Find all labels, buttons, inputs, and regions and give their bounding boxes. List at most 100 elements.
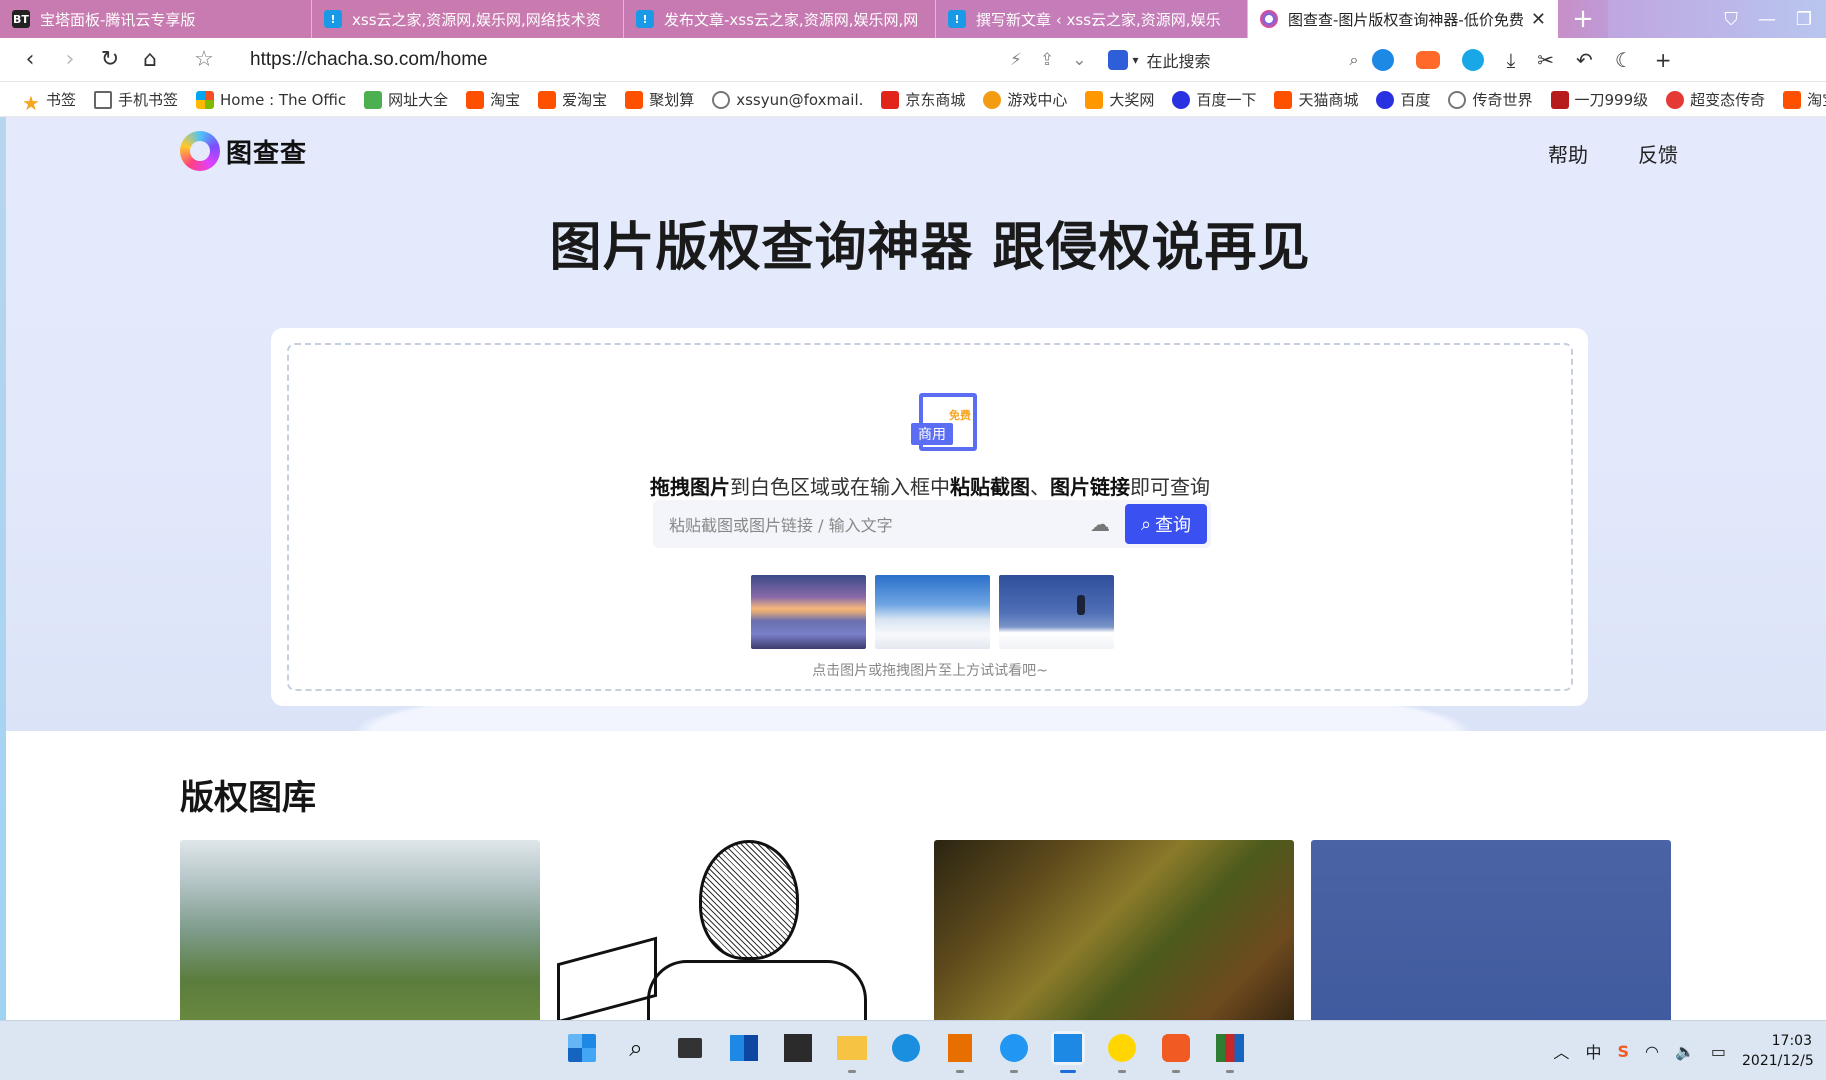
bookmark-item[interactable]: xssyun@foxmail.: [712, 90, 864, 109]
infinity-icon[interactable]: [1462, 48, 1485, 71]
gallery-image[interactable]: [934, 840, 1294, 1020]
winrar-icon[interactable]: [1213, 1031, 1247, 1073]
chevron-down-icon[interactable]: ⌄: [1072, 50, 1086, 70]
sync-icon[interactable]: [1372, 48, 1395, 71]
bookmark-item[interactable]: ★ 书签: [22, 89, 77, 115]
sample-image-sunset[interactable]: [751, 575, 866, 649]
bookmark-item[interactable]: 一刀999级: [1550, 89, 1649, 110]
reload-icon[interactable]: ↻: [90, 40, 130, 80]
bookmark-item[interactable]: 淘宝: [1783, 89, 1826, 110]
bookmark-label: 一刀999级: [1574, 91, 1649, 109]
search-engine-chevron-icon[interactable]: ▾: [1132, 53, 1138, 67]
widgets-icon[interactable]: [727, 1031, 761, 1065]
tab-xss-publish[interactable]: ! 发布文章-xss云之家,资源网,娱乐网,网: [624, 0, 936, 38]
gamepad-icon[interactable]: [1416, 50, 1441, 69]
close-tab-icon[interactable]: ✕: [1531, 9, 1546, 30]
bookmark-label: xssyun@foxmail.: [736, 90, 864, 109]
tab-xss-new-post[interactable]: ! 撰写新文章 ‹ xss云之家,资源网,娱乐: [936, 0, 1248, 38]
nav-help-link[interactable]: 帮助: [1548, 139, 1588, 168]
lightning-icon[interactable]: ⚡: [1010, 50, 1022, 70]
instr-link: 图片链接: [1050, 475, 1130, 499]
cloud-upload-icon[interactable]: ☁: [1085, 512, 1115, 536]
volume-icon[interactable]: 🔈: [1675, 1042, 1695, 1061]
drop-zone[interactable]: 免费 商用 拖拽图片到白色区域或在输入框中粘贴截图、图片链接即可查询 粘贴截图或…: [287, 343, 1573, 691]
bookmark-item[interactable]: 天猫商城: [1274, 89, 1358, 110]
clock[interactable]: 17:03 2021/12/5: [1742, 1031, 1814, 1071]
chevron-up-icon[interactable]: ︿: [1553, 1039, 1569, 1063]
tab-xss-home[interactable]: ! xss云之家,资源网,娱乐网,网络技术资: [312, 0, 624, 38]
nav-feedback-link[interactable]: 反馈: [1638, 139, 1678, 168]
instr-paste: 粘贴截图: [950, 475, 1030, 499]
edge-glyph: [892, 1034, 920, 1062]
chat-icon[interactable]: [997, 1031, 1031, 1073]
bookmark-item[interactable]: 聚划算: [625, 89, 694, 110]
minimize-icon[interactable]: —: [1758, 9, 1776, 30]
bookmark-item[interactable]: 爱淘宝: [538, 89, 607, 110]
share-icon[interactable]: ⇪: [1040, 50, 1054, 70]
running-indicator: [956, 1070, 964, 1073]
back-icon[interactable]: ‹: [10, 40, 50, 80]
download-icon[interactable]: ⤓: [1506, 48, 1515, 72]
bookmark-item[interactable]: 传奇世界: [1448, 89, 1533, 110]
xss-icon: !: [948, 10, 966, 28]
bookmark-item[interactable]: 手机书签: [94, 89, 178, 110]
gallery-image[interactable]: [180, 840, 540, 1020]
bookmark-item[interactable]: 淘宝: [466, 89, 520, 110]
search-icon[interactable]: ⌕: [1349, 50, 1358, 70]
bookmark-item[interactable]: 百度一下: [1172, 89, 1256, 110]
bookmark-star-icon[interactable]: ☆: [184, 40, 224, 80]
scissors-icon[interactable]: ✂: [1537, 48, 1554, 72]
page-headline: 图片版权查询神器 跟侵权说再见: [549, 218, 1311, 278]
windows-start-icon[interactable]: [565, 1031, 599, 1065]
undo-icon[interactable]: ↶: [1576, 48, 1593, 72]
new-tab-button[interactable]: +: [1558, 0, 1608, 38]
bookmark-label: 百度一下: [1196, 91, 1257, 109]
gallery-image[interactable]: [557, 840, 917, 1020]
tab-title: 宝塔面板-腾讯云专享版: [40, 10, 196, 29]
ime-icon[interactable]: 中: [1585, 1039, 1601, 1063]
wifi-icon[interactable]: ◠: [1645, 1042, 1659, 1061]
sogou-icon[interactable]: [1159, 1031, 1193, 1073]
clock-date: 2021/12/5: [1742, 1053, 1814, 1069]
skin-icon[interactable]: ⛉: [1724, 9, 1738, 30]
music-icon[interactable]: [1105, 1031, 1139, 1073]
bookmark-item[interactable]: Home : The Offic: [196, 90, 346, 109]
gallery-image[interactable]: [1311, 840, 1671, 1020]
tab-chacha[interactable]: 图查查-图片版权查询神器-低价免费 ✕: [1248, 0, 1558, 38]
edge-icon[interactable]: [889, 1031, 923, 1065]
bookmark-item[interactable]: 百度: [1376, 89, 1430, 110]
bookmark-item[interactable]: 大奖网: [1085, 89, 1154, 110]
forward-icon[interactable]: ›: [50, 40, 90, 80]
bookmark-label: 手机书签: [118, 91, 179, 109]
tab-title: 图查查-图片版权查询神器-低价免费: [1288, 10, 1523, 29]
sogou-tray-icon[interactable]: S: [1617, 1042, 1629, 1061]
site-logo[interactable]: 图查查: [180, 131, 307, 171]
query-input[interactable]: 粘贴截图或图片链接 / 输入文字: [653, 512, 1085, 536]
file-explorer-icon[interactable]: [835, 1031, 869, 1073]
browser-search-box[interactable]: ▾ 在此搜索 ⌕: [1108, 48, 1358, 72]
java-icon[interactable]: [943, 1031, 977, 1073]
bookmark-item[interactable]: 游戏中心: [983, 89, 1067, 110]
battery-icon[interactable]: ▭: [1711, 1042, 1726, 1061]
store-icon[interactable]: [781, 1031, 815, 1065]
restore-icon[interactable]: ❐: [1796, 9, 1812, 30]
bookmark-item[interactable]: 超变态传奇: [1666, 89, 1765, 110]
bookmark-label: 书签: [46, 91, 77, 109]
url-field[interactable]: https://chacha.so.com/home: [250, 49, 1010, 71]
cq-icon: [1550, 90, 1569, 109]
tab-baota[interactable]: BT 宝塔面板-腾讯云专享版: [0, 0, 312, 38]
search-icon[interactable]: ⌕: [619, 1031, 653, 1065]
task-view-icon[interactable]: [673, 1031, 707, 1065]
home-icon[interactable]: ⌂: [130, 40, 170, 80]
bookmark-label: 网址大全: [388, 91, 449, 109]
bookmark-item[interactable]: 网址大全: [364, 89, 448, 110]
menu-plus-icon[interactable]: +: [1655, 48, 1672, 72]
game-icon: [983, 90, 1002, 109]
query-button[interactable]: ⌕ 查询: [1125, 504, 1207, 544]
sample-image-snow[interactable]: [875, 575, 990, 649]
night-mode-icon[interactable]: ☾: [1615, 48, 1633, 72]
bookmark-item[interactable]: 京东商城: [881, 89, 965, 110]
sample-image-person[interactable]: [999, 575, 1114, 649]
browser-icon[interactable]: [1051, 1031, 1085, 1073]
sample-images: [751, 575, 1114, 649]
